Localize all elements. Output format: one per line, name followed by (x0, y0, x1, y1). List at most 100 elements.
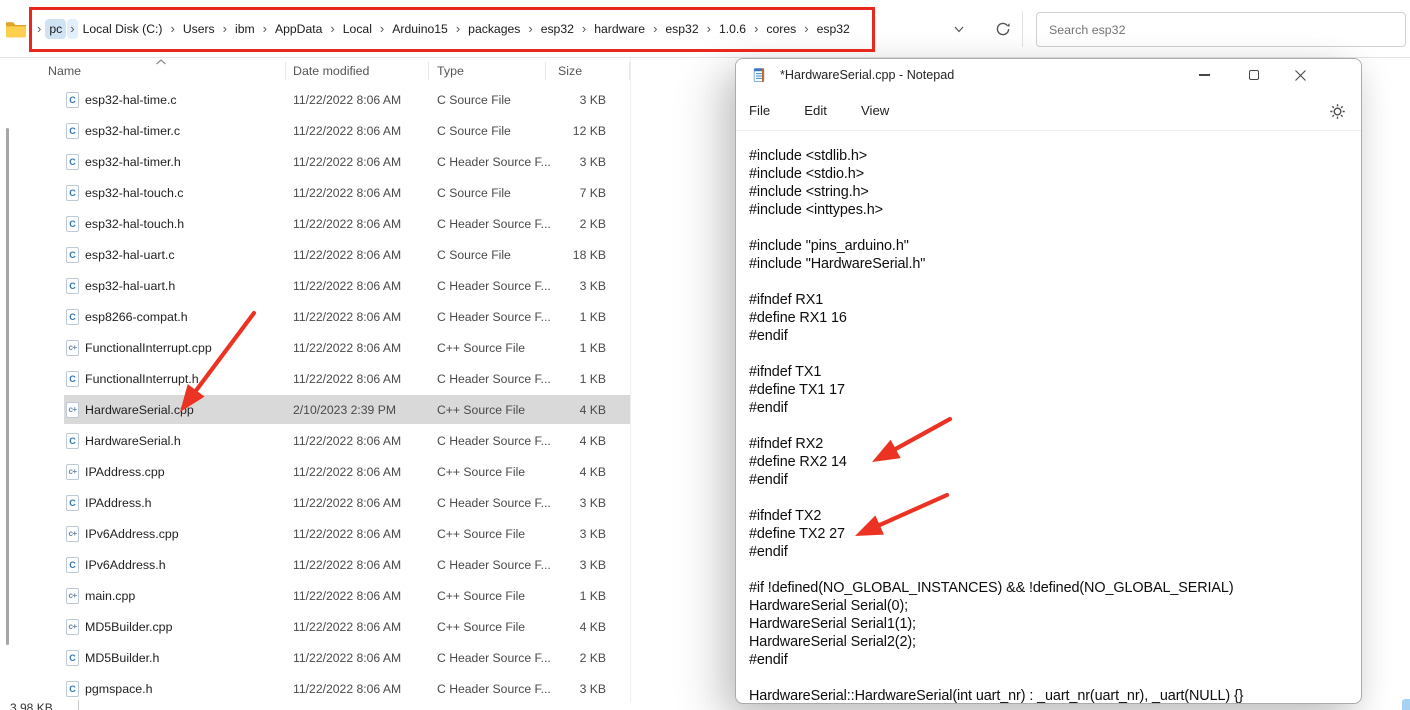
file-row[interactable]: C esp32-hal-timer.h 11/22/2022 8:06 AM C… (0, 146, 630, 177)
breadcrumb-item-label[interactable]: esp32 (813, 19, 854, 39)
file-row[interactable]: c+ main.cpp 11/22/2022 8:06 AM C++ Sourc… (0, 580, 630, 611)
breadcrumb-item-label[interactable]: esp32 (537, 19, 578, 39)
file-row[interactable]: C IPAddress.h 11/22/2022 8:06 AM C Heade… (0, 487, 630, 518)
file-row[interactable]: c+ FunctionalInterrupt.cpp 11/22/2022 8:… (0, 332, 630, 363)
column-header-size[interactable]: Size (558, 58, 582, 84)
breadcrumb-item[interactable]: › pc (33, 16, 66, 42)
file-row[interactable]: C esp32-hal-touch.h 11/22/2022 8:06 AM C… (0, 208, 630, 239)
breadcrumb-item-label[interactable]: hardware (590, 19, 649, 39)
menu-edit[interactable]: Edit (796, 99, 835, 122)
gear-icon[interactable] (1329, 103, 1346, 120)
column-header-type[interactable]: Type (437, 58, 464, 84)
code-line: #endif (749, 471, 1353, 489)
file-row[interactable]: C IPv6Address.h 11/22/2022 8:06 AM C Hea… (0, 549, 630, 580)
file-row[interactable]: C esp32-hal-uart.c 11/22/2022 8:06 AM C … (0, 239, 630, 270)
file-row[interactable]: C esp32-hal-uart.h 11/22/2022 8:06 AM C … (0, 270, 630, 301)
code-line: #define RX2 14 (749, 453, 1353, 471)
file-list: C esp32-hal-time.c 11/22/2022 8:06 AM C … (0, 84, 630, 704)
file-row[interactable]: c+ MD5Builder.cpp 11/22/2022 8:06 AM C++… (0, 611, 630, 642)
search-input[interactable] (1037, 13, 1405, 46)
breadcrumb: › pc › Local Disk (C:) › Users › ibm (33, 12, 854, 46)
breadcrumb-item-label[interactable]: Users (179, 19, 219, 39)
breadcrumb-item[interactable]: › 1.0.6 (703, 16, 750, 42)
breadcrumb-item[interactable]: › AppData (259, 16, 327, 42)
file-date-modified: 11/22/2022 8:06 AM (293, 642, 401, 673)
file-row[interactable]: C esp32-hal-time.c 11/22/2022 8:06 AM C … (0, 84, 630, 115)
breadcrumb-item-label[interactable]: 1.0.6 (715, 19, 750, 39)
file-date-modified: 11/22/2022 8:06 AM (293, 177, 401, 208)
column-header-name[interactable]: Name (48, 58, 81, 84)
file-row[interactable]: C esp32-hal-timer.c 11/22/2022 8:06 AM C… (0, 115, 630, 146)
breadcrumb-item-label[interactable]: Local (339, 19, 376, 39)
notepad-menubar: File Edit View (736, 91, 1361, 131)
file-row[interactable]: C esp8266-compat.h 11/22/2022 8:06 AM C … (0, 301, 630, 332)
file-type: C++ Source File (437, 611, 525, 642)
breadcrumb-item-label[interactable]: Arduino15 (388, 19, 452, 39)
code-line: #endif (749, 327, 1353, 345)
breadcrumb-item[interactable]: › Users (166, 16, 218, 42)
breadcrumb-item[interactable]: › esp32 (800, 16, 854, 42)
breadcrumb-item-label[interactable]: pc (45, 19, 66, 39)
chevron-right-icon: › (650, 19, 660, 39)
file-date-modified: 11/22/2022 8:06 AM (293, 549, 401, 580)
source-file-icon: C (66, 650, 79, 666)
breadcrumb-item-label[interactable]: esp32 (661, 19, 702, 39)
notepad-titlebar[interactable]: *HardwareSerial.cpp - Notepad (736, 59, 1361, 91)
file-date-modified: 11/22/2022 8:06 AM (293, 208, 401, 239)
file-date-modified: 11/22/2022 8:06 AM (293, 611, 401, 642)
breadcrumb-item-label[interactable]: cores (762, 19, 800, 39)
source-file-icon: C (66, 371, 79, 387)
status-bar: 3.98 KB (0, 698, 630, 710)
chevron-down-icon[interactable] (952, 22, 966, 36)
breadcrumb-item[interactable]: › ibm (219, 16, 259, 42)
close-button[interactable] (1280, 59, 1320, 91)
source-file-icon: c+ (66, 619, 79, 635)
file-row[interactable]: c+ IPAddress.cpp 11/22/2022 8:06 AM C++ … (0, 456, 630, 487)
breadcrumb-item-label[interactable]: packages (464, 19, 524, 39)
breadcrumb-item[interactable]: › packages (452, 16, 525, 42)
column-separator[interactable] (545, 62, 546, 80)
file-name: main.cpp (85, 580, 135, 611)
file-date-modified: 11/22/2022 8:06 AM (293, 146, 401, 177)
breadcrumb-item[interactable]: › Arduino15 (376, 16, 452, 42)
refresh-icon[interactable] (994, 20, 1012, 38)
breadcrumb-item[interactable]: › Local Disk (C:) (66, 16, 166, 42)
breadcrumb-item[interactable]: › Local (326, 16, 375, 42)
file-size: 3 KB (520, 549, 606, 580)
maximize-button[interactable] (1234, 59, 1274, 91)
file-date-modified: 11/22/2022 8:06 AM (293, 239, 401, 270)
breadcrumb-item[interactable]: › hardware (578, 16, 649, 42)
file-size: 18 KB (520, 239, 606, 270)
breadcrumb-item-label[interactable]: ibm (231, 19, 259, 39)
source-file-icon: c+ (66, 526, 79, 542)
column-separator[interactable] (285, 62, 286, 80)
breadcrumb-item-label[interactable]: AppData (271, 19, 326, 39)
file-size: 4 KB (520, 394, 606, 425)
file-name: esp32-hal-touch.c (85, 177, 184, 208)
file-date-modified: 11/22/2022 8:06 AM (293, 580, 401, 611)
file-size: 4 KB (520, 425, 606, 456)
file-size: 3 KB (520, 518, 606, 549)
breadcrumb-item[interactable]: › cores (750, 16, 800, 42)
minimize-button[interactable] (1184, 59, 1224, 91)
file-size: 7 KB (520, 177, 606, 208)
menu-view[interactable]: View (853, 99, 897, 122)
source-file-icon: c+ (66, 402, 79, 418)
file-name: esp32-hal-touch.h (85, 208, 184, 239)
column-separator[interactable] (428, 62, 429, 80)
breadcrumb-item-label[interactable]: Local Disk (C:) (79, 19, 167, 39)
source-file-icon: c+ (66, 464, 79, 480)
column-header-date-modified[interactable]: Date modified (293, 58, 369, 84)
folder-icon[interactable] (5, 20, 27, 38)
breadcrumb-item[interactable]: › esp32 (649, 16, 703, 42)
file-row[interactable]: C HardwareSerial.h 11/22/2022 8:06 AM C … (0, 425, 630, 456)
file-row[interactable]: c+ IPv6Address.cpp 11/22/2022 8:06 AM C+… (0, 518, 630, 549)
source-file-icon: C (66, 309, 79, 325)
breadcrumb-item[interactable]: › esp32 (524, 16, 578, 42)
notepad-text-area[interactable]: #include <stdlib.h> #include <stdio.h> #… (736, 131, 1361, 704)
file-row[interactable]: C esp32-hal-touch.c 11/22/2022 8:06 AM C… (0, 177, 630, 208)
file-row[interactable]: c+ HardwareSerial.cpp 2/10/2023 2:39 PM … (0, 394, 630, 425)
menu-file[interactable]: File (741, 99, 778, 122)
file-row[interactable]: C FunctionalInterrupt.h 11/22/2022 8:06 … (0, 363, 630, 394)
file-row[interactable]: C MD5Builder.h 11/22/2022 8:06 AM C Head… (0, 642, 630, 673)
